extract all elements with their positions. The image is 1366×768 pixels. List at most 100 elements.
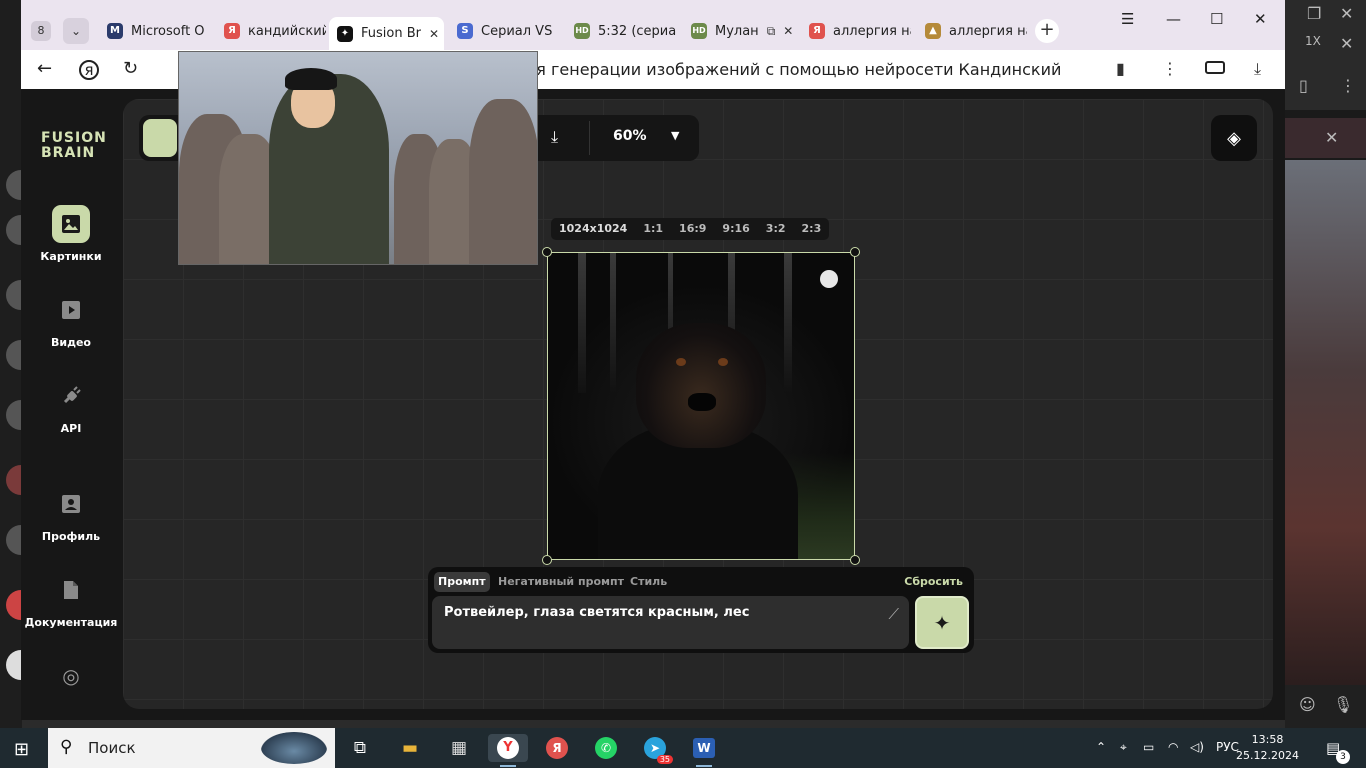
language-switcher[interactable]: ◎ bbox=[21, 657, 121, 695]
close-icon: ✕ bbox=[1340, 4, 1354, 23]
yandex-logo-icon[interactable]: я bbox=[79, 60, 99, 80]
pip-icon[interactable]: ⧉ bbox=[767, 24, 776, 39]
ratio-16-9[interactable]: 16:9 bbox=[671, 218, 714, 240]
browser-menu-icon[interactable]: ☰ bbox=[1121, 10, 1134, 28]
tray-wifi-icon[interactable]: ◠ bbox=[1168, 740, 1178, 754]
resize-handle-bottom-right[interactable] bbox=[850, 555, 860, 565]
yandex-favicon-icon: Я bbox=[224, 23, 240, 39]
file-explorer-icon[interactable]: ▬ bbox=[390, 734, 430, 762]
tab-microsoft[interactable]: M Microsoft O bbox=[99, 17, 209, 45]
resize-handle-top-left[interactable] bbox=[542, 247, 552, 257]
dog-nose bbox=[688, 393, 716, 411]
battery-saver-icon[interactable] bbox=[1205, 61, 1225, 74]
tab-count-badge[interactable]: 8 bbox=[31, 21, 51, 41]
word-w-icon: W bbox=[693, 738, 715, 758]
background-window-footer: ☺ 🎙 bbox=[1285, 685, 1366, 728]
store-icon[interactable]: ▦ bbox=[439, 734, 479, 762]
yandex-app-icon[interactable]: Я bbox=[537, 734, 577, 762]
url-text[interactable]: для генерации изображений с помощью нейр… bbox=[515, 60, 1061, 79]
magic-wand-icon[interactable]: ⟋ bbox=[888, 605, 899, 623]
download-icon[interactable]: ⤓ bbox=[1254, 59, 1261, 79]
picture-in-picture-video[interactable] bbox=[178, 51, 538, 265]
resize-handle-top-right[interactable] bbox=[850, 247, 860, 257]
image-icon bbox=[52, 205, 90, 243]
tray-chevron-up-icon[interactable]: ⌃ bbox=[1096, 740, 1106, 754]
bookmark-icon[interactable]: ▮ bbox=[1116, 59, 1125, 78]
prompt-input[interactable]: Ротвейлер, глаза светятся красным, лес ⟋ bbox=[432, 596, 909, 649]
resize-handle-bottom-left[interactable] bbox=[542, 555, 552, 565]
search-placeholder: Поиск bbox=[88, 739, 136, 757]
sidebar-item-video[interactable]: Видео bbox=[21, 291, 121, 349]
tree bbox=[578, 253, 586, 393]
fusion-brain-logo[interactable]: FUSION BRAIN bbox=[41, 131, 107, 161]
background-window-header: ❐ ✕ 1X ✕ ▯ ⋮ bbox=[1285, 0, 1366, 110]
task-view-icon[interactable]: ⧉ bbox=[340, 734, 380, 762]
zoom-dropdown-icon[interactable]: ▼ bbox=[671, 129, 679, 142]
tab-negative-prompt[interactable]: Негативный промпт bbox=[498, 572, 624, 592]
minimize-icon[interactable]: — bbox=[1166, 10, 1181, 28]
globe-icon: ◎ bbox=[62, 664, 80, 688]
sidebar-item-images[interactable]: Картинки bbox=[21, 205, 121, 263]
tray-battery-icon[interactable]: ▭ bbox=[1143, 740, 1154, 754]
tab-style[interactable]: Стиль bbox=[630, 572, 667, 592]
tab-allergy-2[interactable]: ▲ аллергия на bbox=[917, 17, 1027, 45]
tab-prompt[interactable]: Промпт bbox=[434, 572, 490, 592]
word-icon[interactable]: W bbox=[684, 734, 724, 767]
layers-button[interactable]: ◈ bbox=[1211, 115, 1257, 161]
back-arrow-icon[interactable]: ← bbox=[37, 58, 52, 79]
ratio-1-1[interactable]: 1:1 bbox=[635, 218, 671, 240]
tab-label: Fusion Br bbox=[361, 26, 421, 41]
tab-serial-vs[interactable]: S Сериал VS bbox=[449, 17, 559, 45]
prompt-panel: Промпт Негативный промпт Стиль Сбросить … bbox=[428, 567, 974, 653]
sidebar-item-label: Видео bbox=[51, 336, 91, 349]
dog-head bbox=[636, 323, 766, 448]
mic-icon: 🎙 bbox=[1333, 695, 1354, 714]
plug-icon bbox=[52, 377, 90, 415]
tray-clock[interactable]: 13:58 25.12.2024 bbox=[1236, 732, 1299, 764]
sidebar-item-api[interactable]: API bbox=[21, 377, 121, 435]
reset-button[interactable]: Сбросить bbox=[904, 572, 963, 592]
tray-volume-icon[interactable]: ◁) bbox=[1190, 740, 1204, 754]
tab-kandinsky-search[interactable]: Я кандийский bbox=[216, 17, 326, 45]
ratio-2-3[interactable]: 2:3 bbox=[794, 218, 830, 240]
sidebar-item-profile[interactable]: Профиль bbox=[21, 485, 121, 543]
active-indicator bbox=[696, 765, 712, 767]
yandex-browser-taskbar-icon[interactable]: Y bbox=[488, 734, 528, 767]
ratio-3-2[interactable]: 3:2 bbox=[758, 218, 794, 240]
tab-label: Мулан bbox=[715, 23, 759, 39]
whatsapp-icon[interactable]: ✆ bbox=[586, 734, 626, 762]
close-tab-icon[interactable]: ✕ bbox=[783, 24, 793, 38]
download-image-icon[interactable]: ⤓ bbox=[551, 127, 558, 147]
ratio-9-16[interactable]: 9:16 bbox=[714, 218, 757, 240]
windows-start-icon[interactable]: ⊞ bbox=[14, 739, 29, 760]
sidebar-item-docs[interactable]: Документация bbox=[21, 571, 121, 629]
close-tab-icon[interactable]: ✕ bbox=[429, 27, 439, 41]
close-window-icon[interactable]: ✕ bbox=[1254, 10, 1267, 28]
moon bbox=[820, 270, 838, 288]
ratio-size[interactable]: 1024x1024 bbox=[551, 218, 635, 240]
play-icon bbox=[52, 291, 90, 329]
zoom-level[interactable]: 60% bbox=[613, 128, 647, 144]
maximize-icon[interactable]: ☐ bbox=[1210, 10, 1223, 28]
reload-icon[interactable]: ↻ bbox=[123, 58, 138, 79]
tab-serial-video[interactable]: HD 5:32 (сериа bbox=[566, 17, 676, 45]
new-tab-plus-icon[interactable]: + bbox=[1035, 19, 1059, 43]
telegram-icon[interactable]: ➤ 35 bbox=[635, 734, 675, 764]
tab-fusion-brain[interactable]: ✦ Fusion Br ✕ bbox=[329, 17, 444, 50]
tab-list-chevron-icon[interactable]: ⌄ bbox=[63, 18, 89, 44]
tool-select-button[interactable] bbox=[143, 119, 177, 157]
dog-eye bbox=[718, 358, 728, 366]
tab-mulan[interactable]: HD Мулан ⧉ ✕ bbox=[683, 17, 793, 45]
tab-allergy-1[interactable]: Я аллергия на bbox=[801, 17, 911, 45]
panel-icon: ▯ bbox=[1299, 76, 1308, 95]
more-options-icon[interactable]: ⋮ bbox=[1162, 59, 1178, 78]
dog-eye bbox=[676, 358, 686, 366]
yandex-browser-icon: Y bbox=[497, 737, 519, 759]
tray-device-icon[interactable]: ⌖ bbox=[1120, 740, 1127, 755]
generate-button[interactable]: ✦ bbox=[915, 596, 969, 649]
notification-count-badge: 3 bbox=[1336, 750, 1350, 764]
generated-image[interactable] bbox=[547, 252, 855, 560]
taskbar-search[interactable]: ⚲ Поиск bbox=[48, 728, 335, 768]
image-favicon-icon: ▲ bbox=[925, 23, 941, 39]
sidebar-item-label: API bbox=[60, 422, 82, 435]
